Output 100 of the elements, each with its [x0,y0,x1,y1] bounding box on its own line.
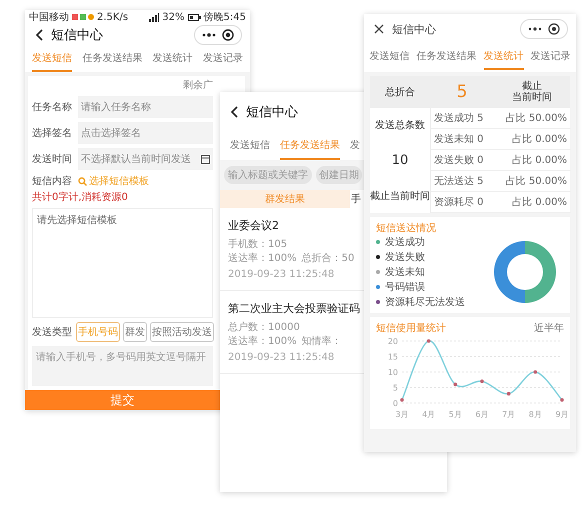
tab[interactable]: 任务发送结果 [82,46,142,72]
submit-button[interactable]: 提交 [25,390,220,410]
data-point [560,398,564,402]
page-title: 短信中心 [392,22,436,36]
table-cell-text: 发送未知 0 [433,132,485,146]
stat-value: 10 [392,152,408,168]
data-point [480,380,484,384]
field-label: 任务名称 [32,101,73,114]
task-title: 第二次业主大会投票验证码 [228,301,357,316]
task-date: 2019-09-23 11:25:48 [228,269,336,280]
phone-numbers-field[interactable]: 请输入手机号，多号码用英文逗号隔开 [32,346,213,386]
date-filter[interactable]: 创建日期 [316,166,362,184]
tab[interactable]: 发送短信 [32,46,72,72]
mini-program-capsule[interactable] [194,25,242,46]
page-title: 短信中心 [246,104,298,121]
table-cell-text: 发送成功 5 [433,112,485,125]
carrier-name: 中国移动 [29,10,69,24]
template-link[interactable]: 选择短信模板 [78,174,149,188]
axis-tick-label: 20 [388,337,398,346]
field-label: 短信内容 [32,174,73,188]
message-textarea[interactable]: 请先选择短信模板 [32,208,213,318]
character-counter: 共计0字计,消耗资源0 [32,190,128,204]
table-cell-text: 占比 0.00% [511,132,568,146]
battery-icon [188,14,201,20]
field-label: 选择签名 [32,126,73,140]
battery-percent: 32% [162,12,185,22]
input-field[interactable]: 请输入任务名称 [78,96,213,118]
target-icon[interactable] [222,29,234,42]
task-metric: 手机数：105 [228,238,288,251]
card-title: 短信使用量统计 [376,322,446,335]
input-field[interactable]: 点击选择签名 [78,122,213,144]
tab[interactable]: 发 [350,132,360,160]
tab[interactable]: 发送短信 [230,132,270,160]
task-date: 2019-09-23 11:25:48 [228,352,336,363]
table-cell-text: 资源耗尽 0 [433,196,485,209]
stat-note: 截止 [522,80,542,92]
task-title: 业委会议2 [228,218,280,233]
notification-icons [72,13,94,21]
send-type-option[interactable]: 群发 [123,322,147,342]
data-point [534,370,538,374]
table-cell-text: 占比 50.00% [504,112,568,125]
task-metric: 知情率： [302,334,342,348]
card-title: 短信送达情况 [376,222,437,235]
mini-program-capsule[interactable] [520,19,568,39]
table-cell-text: 占比 0.00% [511,154,568,167]
table-cell-text: 无法送达 5 [433,174,485,188]
stat-note: 截止当前时间 [370,190,430,203]
axis-tick-label: 10 [388,368,398,377]
data-point [400,398,404,402]
field-label: 发送类型 [32,326,73,340]
back-icon[interactable] [230,106,238,118]
remaining-label: 剩余广 [183,78,213,92]
donut-chart-drawing [494,241,556,303]
stat-label: 发送总条数 [375,118,425,132]
clock-time: 傍晚5:45 [204,10,246,24]
tab[interactable]: 发送统计 [484,44,524,70]
field-label: 发送时间 [32,152,73,166]
task-metric: 总折合：50 [302,252,354,265]
axis-tick-label: 15 [388,352,398,362]
data-point [506,392,510,396]
close-icon[interactable] [374,24,384,34]
table-cell-text: 占比 50.00% [504,174,568,188]
search-icon [78,176,87,186]
data-point [426,339,430,343]
tab[interactable]: 发送短信 [370,44,410,70]
send-type-option[interactable]: 手机号码 [76,322,120,342]
signal-icon [149,12,160,22]
range-label: 近半年 [534,322,564,335]
tab[interactable]: 发送记录 [202,46,243,72]
task-metric: 送达率：100% [228,334,297,348]
axis-tick-label: 3月 [395,410,409,419]
more-icon[interactable] [202,33,216,38]
send-type-option[interactable]: 按照活动发送 [150,322,214,342]
axis-tick-label: 5月 [448,410,462,419]
table-cell-text: 发送失败 0 [433,154,485,167]
axis-tick-label: 7月 [502,410,516,419]
tab[interactable]: 发送记录 [530,44,570,70]
sub-tab[interactable]: 群发结果 [220,190,350,208]
stat-value: 5 [456,82,468,102]
axis-tick-label: 5 [392,384,398,392]
legend-label: 号码错误 [385,281,425,294]
date-field[interactable]: 不选择默认当前时间发送 [78,148,213,170]
legend-label: 发送失败 [385,250,425,264]
legend-label: 发送未知 [385,266,425,279]
stat-note: 当前时间 [512,92,552,104]
axis-tick-label: 9月 [555,410,569,419]
target-icon[interactable] [548,23,560,35]
search-field[interactable]: 输入标题或关键字 [224,166,312,184]
axis-tick-label: 0 [392,399,398,408]
network-speed: 2.5K/s [97,12,128,22]
task-metric: 送达率：100% [228,252,297,265]
tab[interactable]: 任务发送结果 [416,44,476,70]
table-cell-text: 占比 0.00% [511,196,568,209]
tab[interactable]: 发送统计 [152,46,193,72]
calendar-icon[interactable] [201,154,210,164]
axis-tick-label: 6月 [475,410,489,419]
axis-tick-label: 4月 [422,410,436,419]
back-icon[interactable] [35,29,43,42]
more-icon[interactable] [528,27,542,31]
page-title: 短信中心 [51,27,103,44]
